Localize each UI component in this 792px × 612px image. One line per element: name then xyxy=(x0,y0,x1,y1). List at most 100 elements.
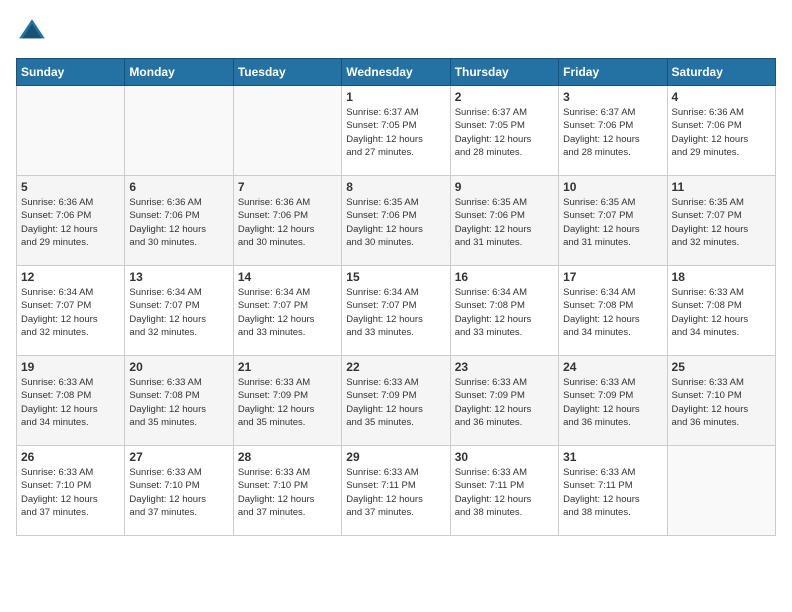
day-info: Sunrise: 6:33 AM Sunset: 7:09 PM Dayligh… xyxy=(346,376,445,429)
day-info: Sunrise: 6:33 AM Sunset: 7:10 PM Dayligh… xyxy=(21,466,120,519)
calendar-cell: 9 Sunrise: 6:35 AM Sunset: 7:06 PM Daylig… xyxy=(450,176,558,266)
day-number: 31 xyxy=(563,450,662,464)
calendar-cell: 6Sunrise: 6:36 AM Sunset: 7:06 PM Daylig… xyxy=(125,176,233,266)
day-info: Sunrise: 6:33 AM Sunset: 7:09 PM Dayligh… xyxy=(455,376,554,429)
day-number: 18 xyxy=(672,270,771,284)
column-header-friday: Friday xyxy=(559,59,667,86)
day-number: 8 xyxy=(346,180,445,194)
day-number: 15 xyxy=(346,270,445,284)
day-info: Sunrise: 6:33 AM Sunset: 7:09 PM Dayligh… xyxy=(563,376,662,429)
calendar-cell xyxy=(233,86,341,176)
day-number: 23 xyxy=(455,360,554,374)
day-info: Sunrise: 6:35 AM Sunset: 7:06 PM Dayligh… xyxy=(455,196,554,249)
day-number: 26 xyxy=(21,450,120,464)
day-info: Sunrise: 6:33 AM Sunset: 7:08 PM Dayligh… xyxy=(21,376,120,429)
day-number: 28 xyxy=(238,450,337,464)
day-info: Sunrise: 6:36 AM Sunset: 7:06 PM Dayligh… xyxy=(238,196,337,249)
calendar-cell: 2 Sunrise: 6:37 AM Sunset: 7:05 PM Daylig… xyxy=(450,86,558,176)
day-number: 29 xyxy=(346,450,445,464)
day-number: 10 xyxy=(563,180,662,194)
calendar-cell: 19 Sunrise: 6:33 AM Sunset: 7:08 PM Dayli… xyxy=(17,356,125,446)
calendar-week-row: 19 Sunrise: 6:33 AM Sunset: 7:08 PM Dayli… xyxy=(17,356,776,446)
logo-icon xyxy=(16,16,48,48)
day-number: 27 xyxy=(129,450,228,464)
day-number: 17 xyxy=(563,270,662,284)
calendar-week-row: 12 Sunrise: 6:34 AM Sunset: 7:07 PM Dayli… xyxy=(17,266,776,356)
day-number: 19 xyxy=(21,360,120,374)
calendar-cell: 15 Sunrise: 6:34 AM Sunset: 7:07 PM Dayli… xyxy=(342,266,450,356)
calendar-cell: 31 Sunrise: 6:33 AM Sunset: 7:11 PM Dayli… xyxy=(559,446,667,536)
column-header-tuesday: Tuesday xyxy=(233,59,341,86)
day-info: Sunrise: 6:34 AM Sunset: 7:07 PM Dayligh… xyxy=(238,286,337,339)
calendar-cell: 10 Sunrise: 6:35 AM Sunset: 7:07 PM Dayli… xyxy=(559,176,667,266)
day-number: 14 xyxy=(238,270,337,284)
day-info: Sunrise: 6:36 AM Sunset: 7:06 PM Dayligh… xyxy=(129,196,228,249)
column-header-monday: Monday xyxy=(125,59,233,86)
day-info: Sunrise: 6:37 AM Sunset: 7:06 PM Dayligh… xyxy=(563,106,662,159)
day-number: 2 xyxy=(455,90,554,104)
calendar-cell: 29 Sunrise: 6:33 AM Sunset: 7:11 PM Dayli… xyxy=(342,446,450,536)
day-info: Sunrise: 6:35 AM Sunset: 7:07 PM Dayligh… xyxy=(563,196,662,249)
day-info: Sunrise: 6:33 AM Sunset: 7:11 PM Dayligh… xyxy=(346,466,445,519)
column-header-sunday: Sunday xyxy=(17,59,125,86)
calendar-cell: 5Sunrise: 6:36 AM Sunset: 7:06 PM Daylig… xyxy=(17,176,125,266)
day-info: Sunrise: 6:33 AM Sunset: 7:10 PM Dayligh… xyxy=(238,466,337,519)
day-number: 25 xyxy=(672,360,771,374)
calendar-cell xyxy=(125,86,233,176)
day-number: 21 xyxy=(238,360,337,374)
column-header-saturday: Saturday xyxy=(667,59,775,86)
calendar-week-row: 26 Sunrise: 6:33 AM Sunset: 7:10 PM Dayli… xyxy=(17,446,776,536)
calendar-week-row: 5Sunrise: 6:36 AM Sunset: 7:06 PM Daylig… xyxy=(17,176,776,266)
day-number: 13 xyxy=(129,270,228,284)
day-info: Sunrise: 6:33 AM Sunset: 7:10 PM Dayligh… xyxy=(672,376,771,429)
calendar-cell: 22 Sunrise: 6:33 AM Sunset: 7:09 PM Dayli… xyxy=(342,356,450,446)
calendar-table: SundayMondayTuesdayWednesdayThursdayFrid… xyxy=(16,58,776,536)
column-header-thursday: Thursday xyxy=(450,59,558,86)
calendar-cell: 8 Sunrise: 6:35 AM Sunset: 7:06 PM Daylig… xyxy=(342,176,450,266)
calendar-cell: 13 Sunrise: 6:34 AM Sunset: 7:07 PM Dayli… xyxy=(125,266,233,356)
calendar-cell: 7 Sunrise: 6:36 AM Sunset: 7:06 PM Daylig… xyxy=(233,176,341,266)
calendar-cell: 21 Sunrise: 6:33 AM Sunset: 7:09 PM Dayli… xyxy=(233,356,341,446)
column-header-wednesday: Wednesday xyxy=(342,59,450,86)
day-number: 12 xyxy=(21,270,120,284)
day-number: 30 xyxy=(455,450,554,464)
day-info: Sunrise: 6:33 AM Sunset: 7:10 PM Dayligh… xyxy=(129,466,228,519)
day-number: 16 xyxy=(455,270,554,284)
day-info: Sunrise: 6:34 AM Sunset: 7:08 PM Dayligh… xyxy=(563,286,662,339)
day-info: Sunrise: 6:35 AM Sunset: 7:07 PM Dayligh… xyxy=(672,196,771,249)
day-number: 4 xyxy=(672,90,771,104)
day-number: 1 xyxy=(346,90,445,104)
calendar-cell: 20Sunrise: 6:33 AM Sunset: 7:08 PM Dayli… xyxy=(125,356,233,446)
day-number: 7 xyxy=(238,180,337,194)
calendar-cell: 27 Sunrise: 6:33 AM Sunset: 7:10 PM Dayli… xyxy=(125,446,233,536)
calendar-cell: 12 Sunrise: 6:34 AM Sunset: 7:07 PM Dayli… xyxy=(17,266,125,356)
calendar-cell: 17 Sunrise: 6:34 AM Sunset: 7:08 PM Dayli… xyxy=(559,266,667,356)
calendar-cell: 23 Sunrise: 6:33 AM Sunset: 7:09 PM Dayli… xyxy=(450,356,558,446)
day-number: 20 xyxy=(129,360,228,374)
calendar-cell: 3Sunrise: 6:37 AM Sunset: 7:06 PM Daylig… xyxy=(559,86,667,176)
day-info: Sunrise: 6:33 AM Sunset: 7:09 PM Dayligh… xyxy=(238,376,337,429)
calendar-cell: 4 Sunrise: 6:36 AM Sunset: 7:06 PM Daylig… xyxy=(667,86,775,176)
calendar-cell: 16 Sunrise: 6:34 AM Sunset: 7:08 PM Dayli… xyxy=(450,266,558,356)
page-header xyxy=(16,16,776,48)
day-info: Sunrise: 6:34 AM Sunset: 7:07 PM Dayligh… xyxy=(21,286,120,339)
calendar-cell: 30 Sunrise: 6:33 AM Sunset: 7:11 PM Dayli… xyxy=(450,446,558,536)
day-info: Sunrise: 6:35 AM Sunset: 7:06 PM Dayligh… xyxy=(346,196,445,249)
day-info: Sunrise: 6:36 AM Sunset: 7:06 PM Dayligh… xyxy=(672,106,771,159)
day-info: Sunrise: 6:34 AM Sunset: 7:08 PM Dayligh… xyxy=(455,286,554,339)
day-info: Sunrise: 6:33 AM Sunset: 7:11 PM Dayligh… xyxy=(563,466,662,519)
calendar-header-row: SundayMondayTuesdayWednesdayThursdayFrid… xyxy=(17,59,776,86)
day-info: Sunrise: 6:33 AM Sunset: 7:11 PM Dayligh… xyxy=(455,466,554,519)
day-info: Sunrise: 6:37 AM Sunset: 7:05 PM Dayligh… xyxy=(455,106,554,159)
day-number: 24 xyxy=(563,360,662,374)
day-number: 11 xyxy=(672,180,771,194)
day-info: Sunrise: 6:34 AM Sunset: 7:07 PM Dayligh… xyxy=(346,286,445,339)
logo xyxy=(16,16,52,48)
day-number: 22 xyxy=(346,360,445,374)
calendar-cell: 1Sunrise: 6:37 AM Sunset: 7:05 PM Daylig… xyxy=(342,86,450,176)
day-number: 9 xyxy=(455,180,554,194)
calendar-cell: 28 Sunrise: 6:33 AM Sunset: 7:10 PM Dayli… xyxy=(233,446,341,536)
day-info: Sunrise: 6:34 AM Sunset: 7:07 PM Dayligh… xyxy=(129,286,228,339)
day-info: Sunrise: 6:33 AM Sunset: 7:08 PM Dayligh… xyxy=(672,286,771,339)
calendar-cell xyxy=(667,446,775,536)
